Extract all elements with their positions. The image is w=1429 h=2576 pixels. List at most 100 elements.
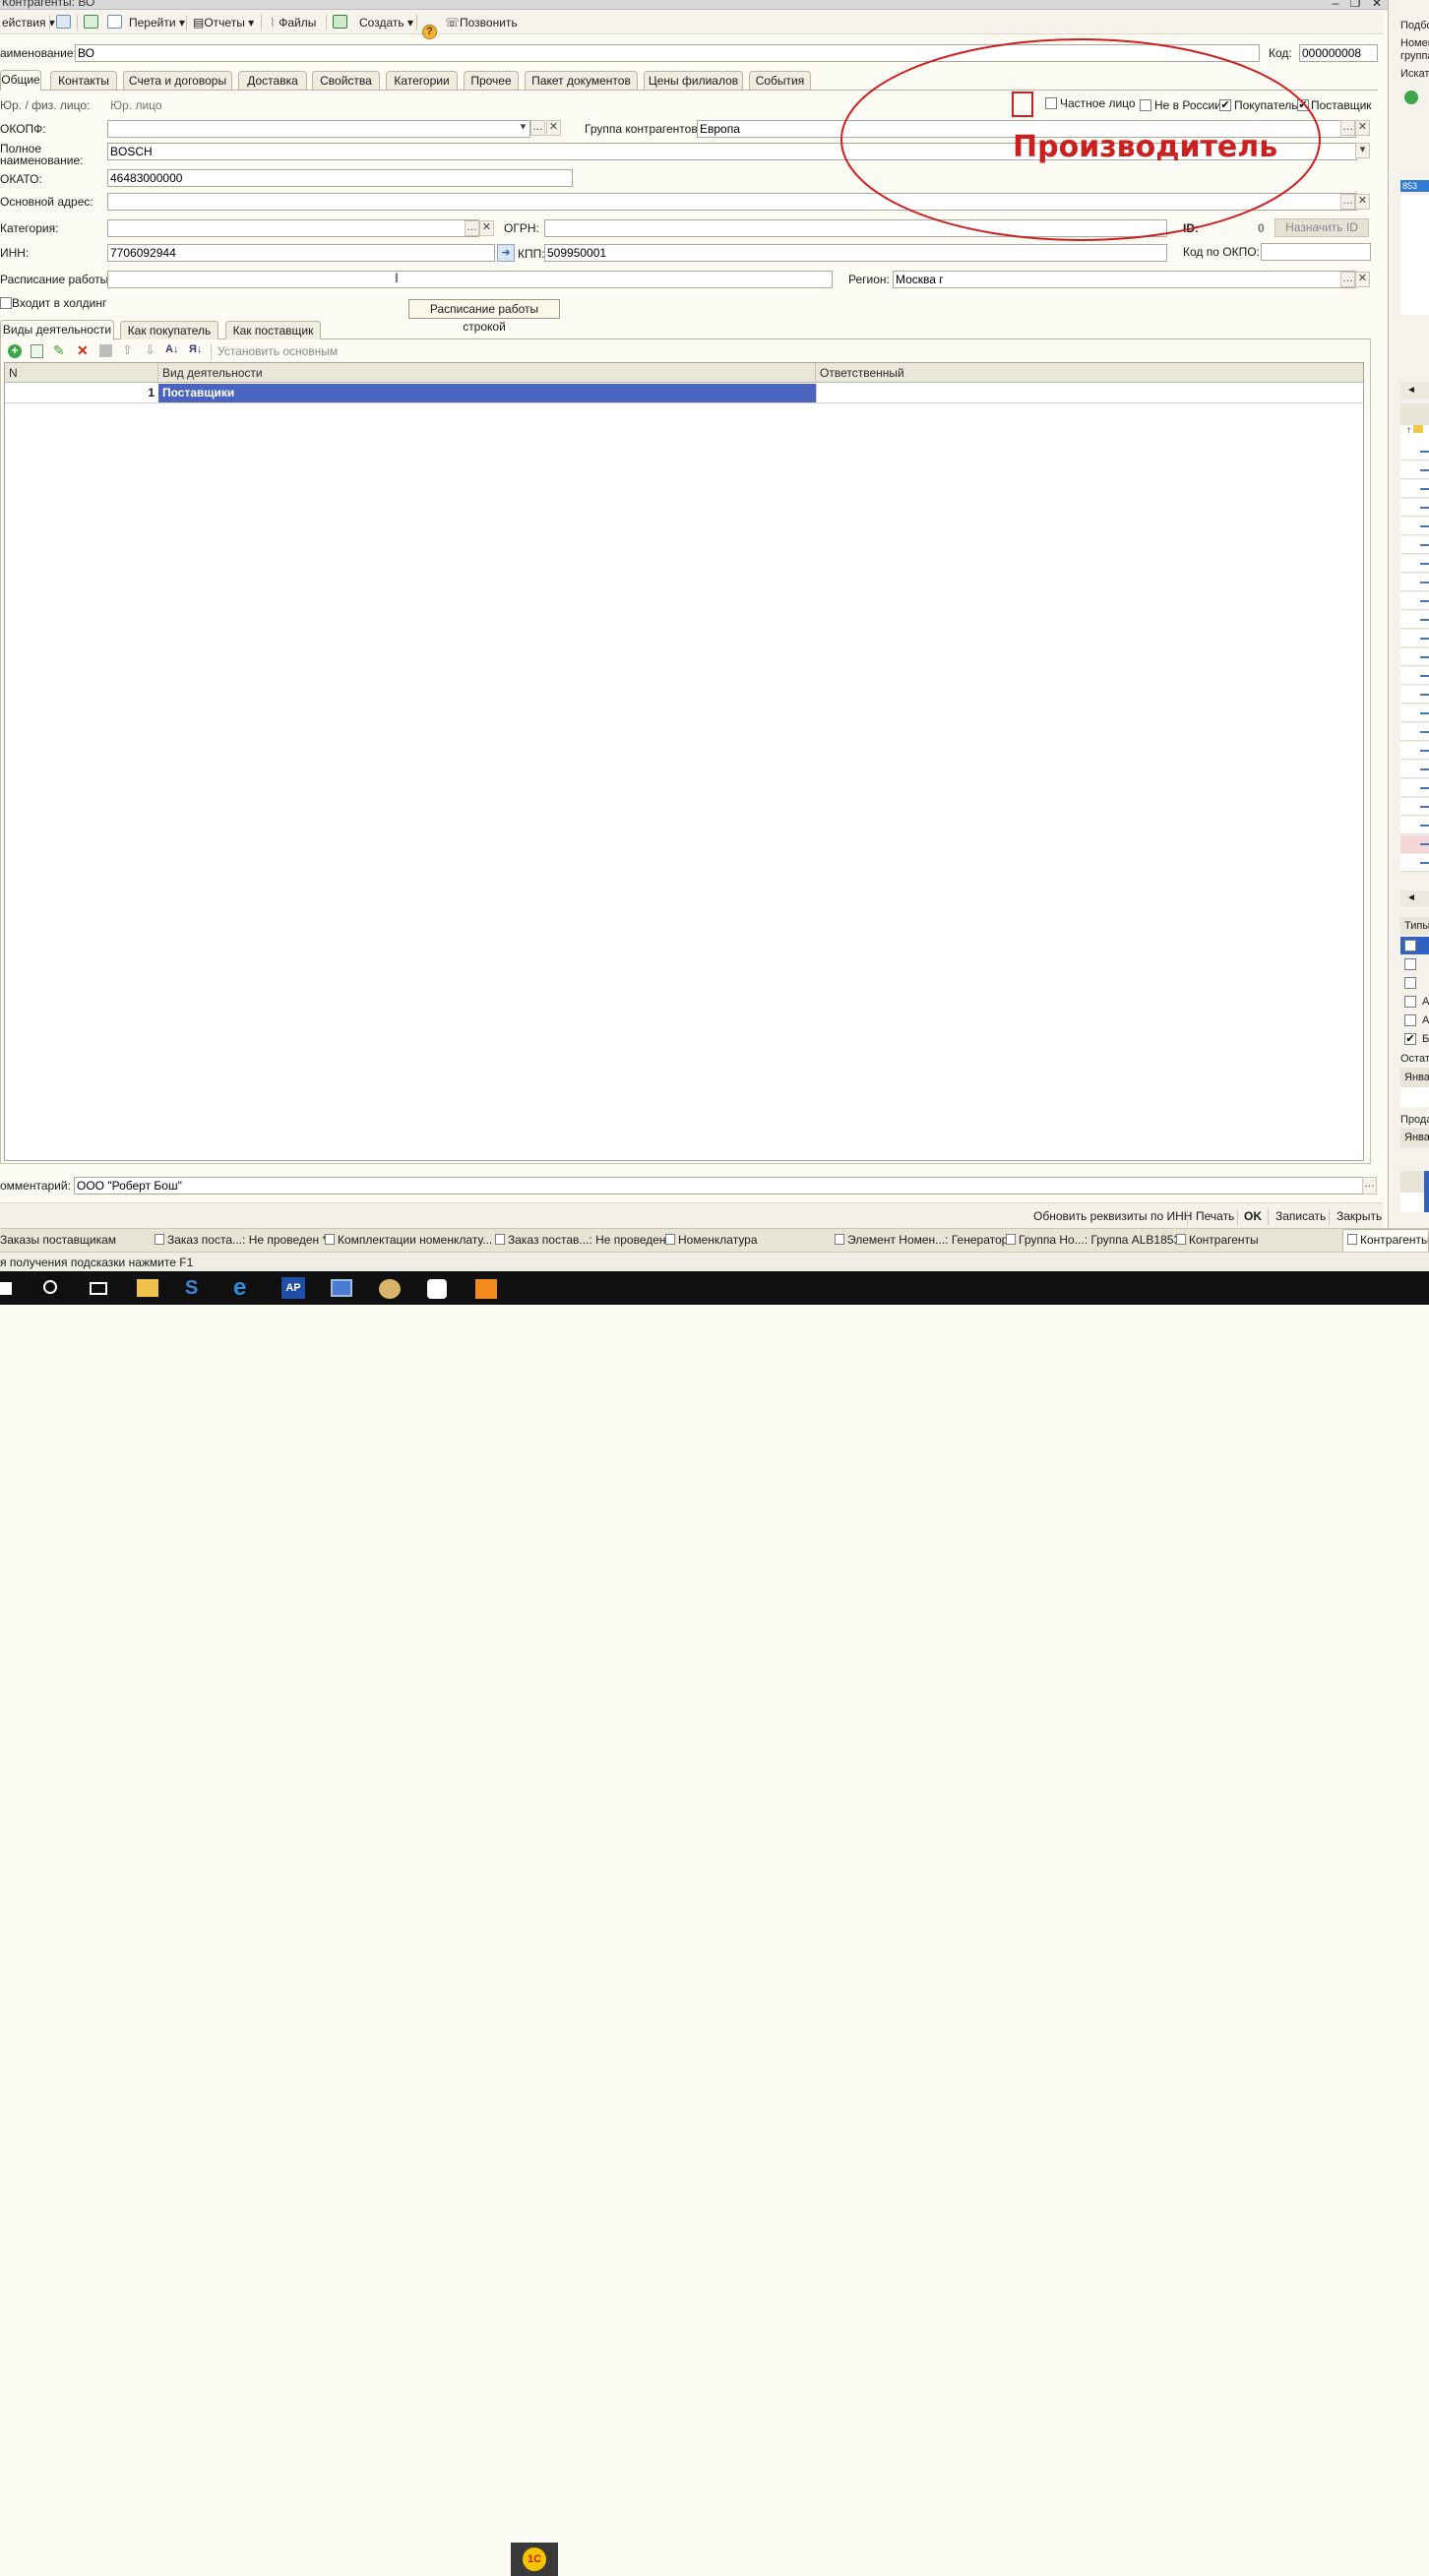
clear-icon[interactable]: ✕ <box>1355 194 1370 210</box>
list-item[interactable] <box>1400 742 1429 760</box>
dropdown-icon[interactable]: ▾ <box>516 121 530 137</box>
close-button[interactable]: Закрыть <box>1336 1209 1382 1223</box>
internet-explorer-icon[interactable]: e <box>233 1276 255 1300</box>
list-item[interactable] <box>1400 443 1429 460</box>
search-icon[interactable] <box>43 1280 57 1294</box>
dropdown-icon[interactable]: ▾ <box>1355 143 1370 158</box>
move-up-icon[interactable]: ⇧ <box>122 342 133 358</box>
end-edit-icon[interactable] <box>99 344 112 357</box>
tab-properties[interactable]: Свойства <box>312 71 380 90</box>
type-checkbox[interactable] <box>1404 958 1416 970</box>
select-button[interactable]: … <box>530 120 545 136</box>
folder-up-icon[interactable]: ↑ <box>1400 425 1429 443</box>
region-input[interactable]: Москва г <box>893 271 1356 288</box>
files-button[interactable]: ⌇ Файлы <box>270 15 316 31</box>
sort-asc-icon[interactable]: A↓ <box>165 343 178 355</box>
window-tab[interactable]: Комплектации номенклату... <box>325 1233 492 1247</box>
ap-app-icon[interactable]: AP <box>281 1277 305 1299</box>
window-tab[interactable]: Элемент Номен...: Генератор <box>835 1233 1008 1247</box>
add-icon[interactable]: + <box>8 344 22 358</box>
list-item[interactable] <box>1400 798 1429 816</box>
list-item[interactable] <box>1400 555 1429 573</box>
select-button[interactable]: … <box>1340 194 1355 210</box>
select-button[interactable]: … <box>465 220 479 236</box>
type-checkbox[interactable] <box>1404 996 1416 1008</box>
update-inn-button[interactable]: Обновить реквизиты по ИНН <box>1033 1209 1192 1223</box>
clear-icon[interactable]: ✕ <box>479 220 494 236</box>
add-icon[interactable] <box>1404 91 1418 104</box>
edit-icon[interactable]: ✎ <box>53 342 65 359</box>
reports-menu[interactable]: ▤Отчеты ▾ <box>193 15 254 31</box>
window-tab-active[interactable]: Контрагенты: ВО <box>1342 1229 1429 1252</box>
list-item[interactable] <box>1400 499 1429 517</box>
save-button[interactable]: Записать <box>1275 1209 1326 1223</box>
arrow-right-icon[interactable]: ➜ <box>497 244 515 262</box>
list-item[interactable] <box>1400 480 1429 498</box>
type-checkbox[interactable] <box>1404 977 1416 989</box>
tab-branch-prices[interactable]: Цены филиалов <box>644 71 743 90</box>
select-button[interactable]: … <box>1340 272 1355 287</box>
actions-menu[interactable]: ействия ▾ <box>2 15 55 31</box>
comment-input[interactable]: ООО "Роберт Бош" <box>74 1177 1363 1195</box>
create-on-basis-icon[interactable] <box>333 15 347 29</box>
sort-desc-icon[interactable]: Я↓ <box>189 343 202 355</box>
ok-button[interactable]: OK <box>1244 1209 1262 1223</box>
list-item[interactable] <box>1400 518 1429 535</box>
selected-item[interactable]: 853 <box>1400 180 1429 192</box>
subtab-as-buyer[interactable]: Как покупатель <box>120 321 218 339</box>
call-button[interactable]: ☏Позвонить <box>445 15 518 31</box>
tab-delivery[interactable]: Доставка <box>238 71 307 90</box>
document-icon[interactable] <box>107 15 122 29</box>
window-tab[interactable]: Заказ постав...: Не проведен <box>495 1233 666 1247</box>
tab-events[interactable]: События <box>749 71 811 90</box>
list-item[interactable] <box>1400 854 1429 872</box>
help-icon[interactable]: ? <box>422 25 437 39</box>
column-header-responsible[interactable]: Ответственный <box>816 363 1363 383</box>
list-item[interactable] <box>1400 574 1429 591</box>
list-item[interactable] <box>1400 592 1429 610</box>
window-tab[interactable]: Группа Но...: Группа ALB1853 <box>1006 1233 1180 1247</box>
clear-icon[interactable]: ✕ <box>1355 120 1370 136</box>
notes-app-icon[interactable] <box>427 1279 447 1299</box>
type-checkbox[interactable] <box>1404 1014 1416 1026</box>
paint-app-icon[interactable] <box>379 1279 401 1299</box>
refresh-icon[interactable] <box>84 15 98 29</box>
windows-start-icon[interactable] <box>0 1282 12 1295</box>
inn-input[interactable]: 7706092944 <box>107 244 495 262</box>
restore-icon[interactable]: ❐ <box>1348 0 1362 10</box>
list-item[interactable] <box>1400 536 1429 554</box>
scroll-left-icon[interactable]: ◄ <box>1400 382 1429 399</box>
select-button[interactable]: … <box>1362 1177 1377 1195</box>
delete-icon[interactable]: ✕ <box>77 342 89 359</box>
scroll-left-icon[interactable]: ◄ <box>1400 890 1429 906</box>
list-item[interactable] <box>1400 817 1429 834</box>
kpp-input[interactable]: 509950001 <box>544 244 1167 262</box>
okato-input[interactable]: 46483000000 <box>107 169 573 187</box>
sync-app-icon[interactable]: S <box>185 1278 207 1298</box>
list-item[interactable] <box>1400 667 1429 685</box>
close-icon[interactable]: ✕ <box>1370 0 1384 10</box>
tab-documents[interactable]: Пакет документов <box>525 71 638 90</box>
list-item[interactable] <box>1400 761 1429 778</box>
list-item[interactable] <box>1400 648 1429 666</box>
move-down-icon[interactable]: ⇩ <box>145 342 155 358</box>
okopf-input[interactable] <box>107 120 530 138</box>
column-header-activity[interactable]: Вид деятельности <box>158 363 816 383</box>
create-menu[interactable]: Создать ▾ <box>359 15 413 31</box>
tab-other[interactable]: Прочее <box>464 71 519 90</box>
window-tab[interactable]: Номенклатура <box>665 1233 758 1247</box>
clear-icon[interactable]: ✕ <box>1355 272 1370 287</box>
clear-icon[interactable]: ✕ <box>546 120 561 136</box>
window-tab[interactable]: Заказы поставщикам <box>0 1233 116 1247</box>
column-header-n[interactable]: N <box>5 363 158 383</box>
tab-accounts[interactable]: Счета и договоры <box>123 71 232 90</box>
table-row[interactable]: 1 Поставщики <box>5 384 1363 403</box>
copy-icon[interactable] <box>31 344 43 358</box>
goto-menu[interactable]: Перейти ▾ <box>129 15 185 31</box>
legal-value[interactable]: Юр. лицо <box>110 98 162 112</box>
category-input[interactable] <box>107 219 479 237</box>
network-app-icon[interactable] <box>331 1279 352 1297</box>
holding-checkbox[interactable] <box>0 297 12 309</box>
tab-contacts[interactable]: Контакты <box>50 71 117 90</box>
subtab-activities[interactable]: Виды деятельности <box>0 320 114 340</box>
